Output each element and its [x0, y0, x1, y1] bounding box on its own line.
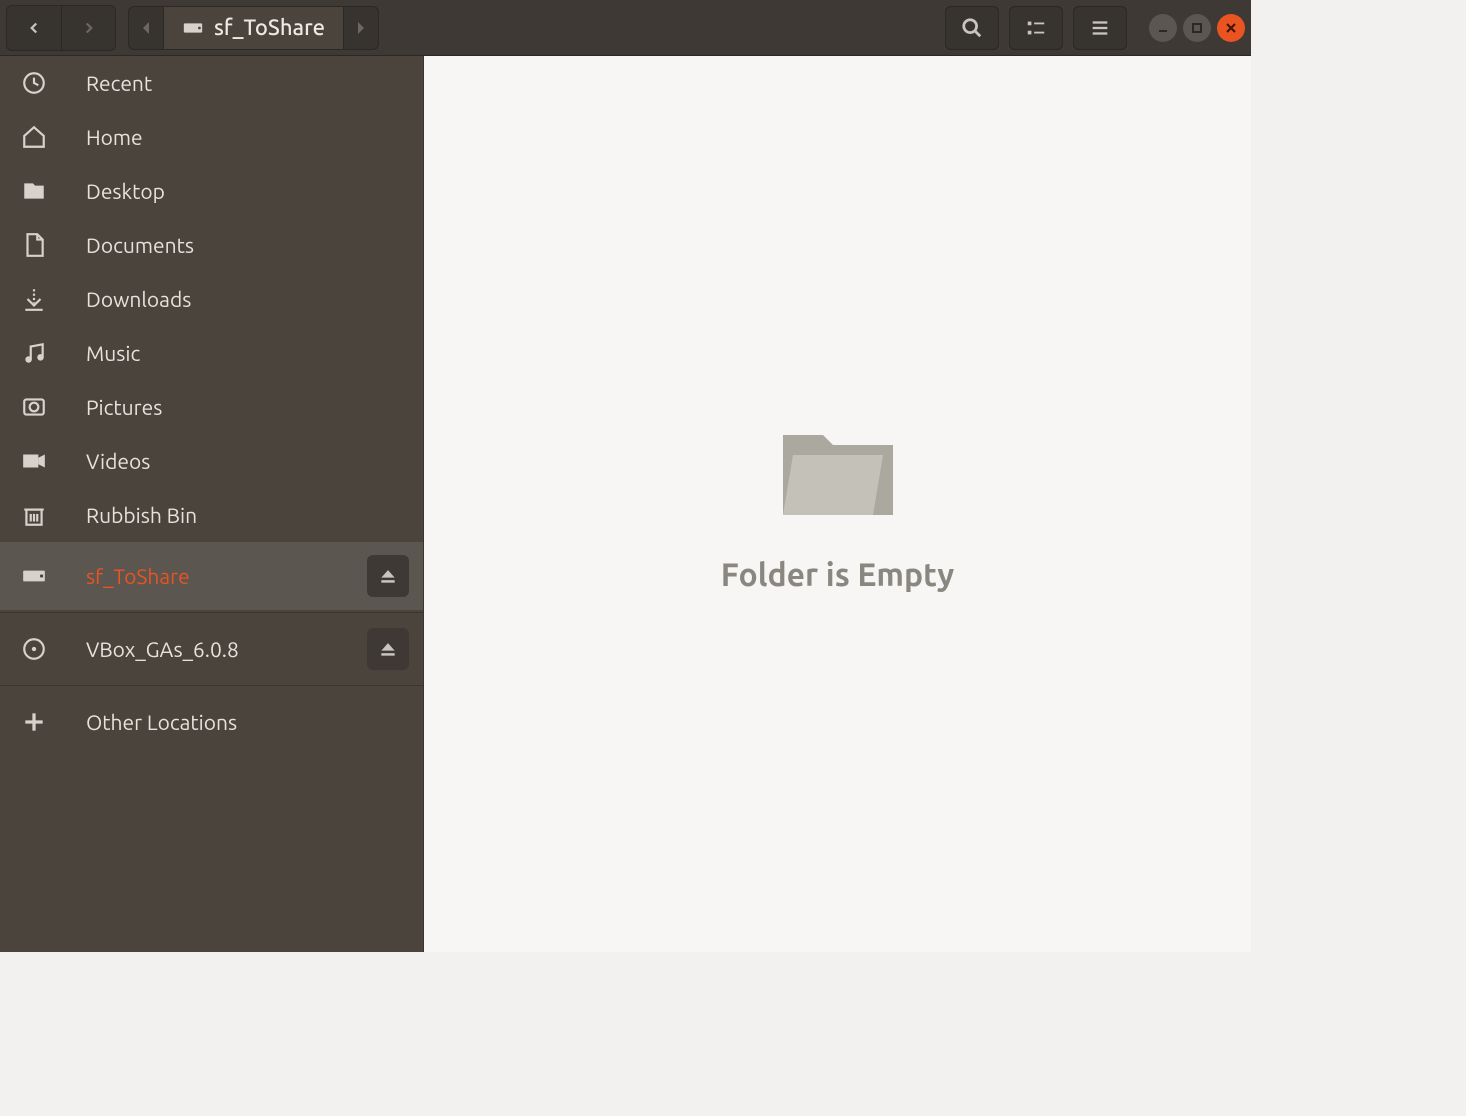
sidebar: Recent Home Desktop Documents Downloads Music…: [0, 56, 424, 952]
hamburger-icon: [1089, 17, 1111, 39]
documents-icon: [18, 229, 50, 261]
path-segment-label: sf_ToShare: [214, 15, 325, 40]
chevron-right-icon: [80, 19, 98, 37]
sidebar-item-label: Recent: [86, 71, 152, 95]
sidebar-item-recent[interactable]: Recent: [0, 56, 423, 110]
window-controls: [1149, 14, 1245, 42]
search-button[interactable]: [945, 6, 999, 50]
sidebar-item-music[interactable]: Music: [0, 326, 423, 380]
sidebar-item-sf-toshare[interactable]: sf_ToShare: [0, 542, 423, 610]
chevron-left-icon: [25, 19, 43, 37]
sidebar-item-rubbish-bin[interactable]: Rubbish Bin: [0, 488, 423, 542]
sidebar-item-other-locations[interactable]: Other Locations: [0, 688, 423, 756]
videos-icon: [18, 445, 50, 477]
content-area: Folder is Empty: [424, 56, 1251, 952]
sidebar-item-downloads[interactable]: Downloads: [0, 272, 423, 326]
triangle-right-icon: [356, 21, 366, 35]
path-segment-current[interactable]: sf_ToShare: [163, 7, 344, 49]
music-icon: [18, 337, 50, 369]
path-next-button[interactable]: [344, 6, 378, 50]
close-button[interactable]: [1217, 14, 1245, 42]
downloads-icon: [18, 283, 50, 315]
sidebar-item-home[interactable]: Home: [0, 110, 423, 164]
sidebar-item-label: Rubbish Bin: [86, 503, 197, 527]
sidebar-item-label: VBox_GAs_6.0.8: [86, 637, 239, 661]
sidebar-item-label: Downloads: [86, 287, 191, 311]
minimize-icon: [1157, 22, 1169, 34]
sidebar-item-label: Desktop: [86, 179, 165, 203]
trash-icon: [18, 499, 50, 531]
sidebar-item-vbox-gas-6-0-8[interactable]: VBox_GAs_6.0.8: [0, 615, 423, 683]
recent-icon: [18, 67, 50, 99]
sidebar-item-videos[interactable]: Videos: [0, 434, 423, 488]
eject-button[interactable]: [367, 628, 409, 670]
body: Recent Home Desktop Documents Downloads Music…: [0, 56, 1251, 952]
view-toggle-button[interactable]: [1009, 6, 1063, 50]
sidebar-item-label: Music: [86, 341, 140, 365]
nav-buttons: [6, 5, 116, 51]
sidebar-item-label: sf_ToShare: [86, 564, 190, 588]
maximize-icon: [1191, 22, 1203, 34]
pictures-icon: [18, 391, 50, 423]
toolbar: sf_ToShare: [0, 0, 1251, 56]
forward-button[interactable]: [61, 6, 115, 50]
sidebar-item-label: Home: [86, 125, 143, 149]
sidebar-item-desktop[interactable]: Desktop: [0, 164, 423, 218]
path-prev-button[interactable]: [129, 6, 163, 50]
search-icon: [961, 17, 983, 39]
minimize-button[interactable]: [1149, 14, 1177, 42]
eject-icon: [378, 566, 398, 586]
path-bar: sf_ToShare: [128, 6, 379, 50]
plus-icon: [18, 706, 50, 738]
triangle-left-icon: [141, 21, 151, 35]
eject-button[interactable]: [367, 555, 409, 597]
close-icon: [1225, 22, 1237, 34]
home-icon: [18, 121, 50, 153]
list-view-icon: [1025, 17, 1047, 39]
disc-icon: [18, 633, 50, 665]
sidebar-item-label: Other Locations: [86, 710, 237, 734]
maximize-button[interactable]: [1183, 14, 1211, 42]
hamburger-menu-button[interactable]: [1073, 6, 1127, 50]
back-button[interactable]: [7, 6, 61, 50]
sidebar-item-label: Videos: [86, 449, 150, 473]
empty-message: Folder is Empty: [721, 557, 954, 593]
file-manager-window: sf_ToShare Re: [0, 0, 1251, 952]
sidebar-item-label: Documents: [86, 233, 194, 257]
sidebar-item-pictures[interactable]: Pictures: [0, 380, 423, 434]
drive-icon: [182, 17, 204, 39]
sidebar-item-documents[interactable]: Documents: [0, 218, 423, 272]
sidebar-item-label: Pictures: [86, 395, 162, 419]
eject-icon: [378, 639, 398, 659]
folder-empty-icon: [773, 415, 903, 529]
desktop-icon: [18, 175, 50, 207]
drive-icon: [18, 560, 50, 592]
